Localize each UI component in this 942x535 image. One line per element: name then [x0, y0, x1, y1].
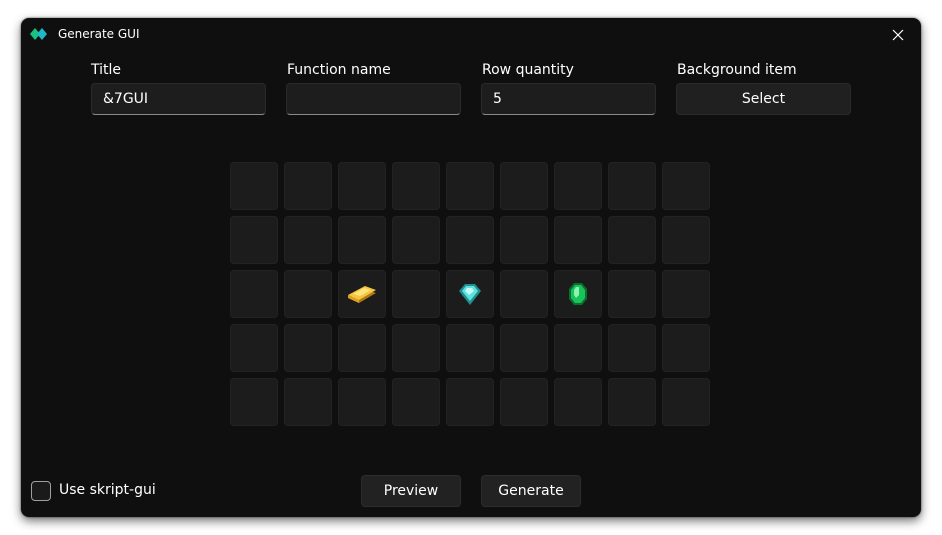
inventory-slot[interactable] — [230, 162, 278, 210]
background-item-label: Background item — [677, 62, 797, 78]
inventory-slot[interactable] — [608, 324, 656, 372]
inventory-slot[interactable] — [500, 324, 548, 372]
inventory-slot[interactable] — [608, 270, 656, 318]
function-name-label: Function name — [287, 62, 391, 78]
inventory-grid — [230, 162, 710, 426]
title-input[interactable] — [91, 83, 266, 115]
inventory-slot[interactable] — [338, 270, 386, 318]
window-title: Generate GUI — [58, 27, 140, 41]
inventory-slot[interactable] — [284, 378, 332, 426]
inventory-slot[interactable] — [608, 162, 656, 210]
emerald-icon — [567, 281, 589, 307]
diamond-icon — [457, 281, 483, 307]
inventory-slot[interactable] — [554, 378, 602, 426]
close-button[interactable] — [883, 22, 913, 48]
app-logo-icon — [29, 26, 49, 42]
inventory-slot[interactable] — [500, 378, 548, 426]
inventory-slot[interactable] — [500, 216, 548, 264]
use-skript-gui-label: Use skript-gui — [59, 482, 156, 498]
inventory-slot[interactable] — [662, 378, 710, 426]
inventory-slot[interactable] — [230, 270, 278, 318]
inventory-slot[interactable] — [500, 162, 548, 210]
inventory-slot[interactable] — [338, 216, 386, 264]
inventory-slot[interactable] — [230, 324, 278, 372]
inventory-slot[interactable] — [446, 378, 494, 426]
row-quantity-label: Row quantity — [482, 62, 574, 78]
inventory-slot[interactable] — [392, 216, 440, 264]
inventory-slot[interactable] — [662, 270, 710, 318]
generate-button[interactable]: Generate — [481, 475, 581, 507]
inventory-slot[interactable] — [230, 378, 278, 426]
inventory-slot[interactable] — [392, 162, 440, 210]
inventory-slot[interactable] — [284, 270, 332, 318]
inventory-slot[interactable] — [446, 162, 494, 210]
preview-button[interactable]: Preview — [361, 475, 461, 507]
inventory-slot[interactable] — [662, 162, 710, 210]
inventory-slot[interactable] — [662, 216, 710, 264]
inventory-slot[interactable] — [608, 378, 656, 426]
inventory-slot[interactable] — [446, 270, 494, 318]
inventory-slot[interactable] — [392, 270, 440, 318]
titlebar: Generate GUI — [21, 18, 921, 52]
inventory-slot[interactable] — [608, 216, 656, 264]
close-icon — [892, 26, 904, 45]
inventory-slot[interactable] — [662, 324, 710, 372]
inventory-slot[interactable] — [554, 216, 602, 264]
inventory-slot[interactable] — [554, 270, 602, 318]
gold-ingot-icon — [345, 281, 379, 307]
inventory-slot[interactable] — [446, 216, 494, 264]
inventory-slot[interactable] — [392, 378, 440, 426]
title-label: Title — [91, 62, 122, 78]
inventory-slot[interactable] — [554, 324, 602, 372]
inventory-slot[interactable] — [338, 324, 386, 372]
inventory-slot[interactable] — [500, 270, 548, 318]
inventory-slot[interactable] — [392, 324, 440, 372]
inventory-slot[interactable] — [446, 324, 494, 372]
use-skript-gui-checkbox[interactable] — [31, 481, 51, 501]
background-item-select-button[interactable]: Select — [676, 83, 851, 115]
inventory-slot[interactable] — [284, 162, 332, 210]
inventory-slot[interactable] — [554, 162, 602, 210]
inventory-slot[interactable] — [284, 324, 332, 372]
row-quantity-input[interactable] — [481, 83, 656, 115]
generate-gui-window: Generate GUI Title Function name Row qua… — [21, 18, 921, 517]
inventory-slot[interactable] — [230, 216, 278, 264]
inventory-slot[interactable] — [338, 162, 386, 210]
function-name-input[interactable] — [286, 83, 461, 115]
inventory-slot[interactable] — [284, 216, 332, 264]
inventory-slot[interactable] — [338, 378, 386, 426]
